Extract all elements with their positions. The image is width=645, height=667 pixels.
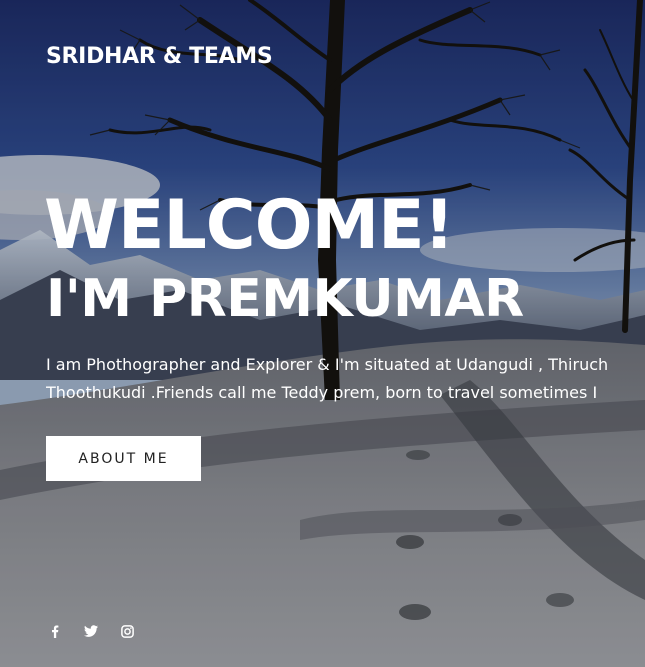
hero-intro-line1: I am Phothographer and Explorer & I'm si… [46,355,609,374]
facebook-icon[interactable] [46,622,64,640]
social-links [46,622,136,640]
hero-intro-line2: Thoothukudi .Friends call me Teddy prem,… [46,383,598,402]
hero-section: SRIDHAR & TEAMS WELCOME! I'M PREMKUMAR I… [0,0,645,667]
twitter-icon[interactable] [82,622,100,640]
brand-logo[interactable]: SRIDHAR & TEAMS [46,44,273,69]
hero-heading: WELCOME! [44,186,455,265]
hero-subheading: I'M PREMKUMAR [46,269,524,329]
instagram-icon[interactable] [118,622,136,640]
dark-overlay [0,0,645,667]
about-me-button[interactable]: ABOUT ME [46,436,201,481]
hero-intro: I am Phothographer and Explorer & I'm si… [46,351,645,407]
